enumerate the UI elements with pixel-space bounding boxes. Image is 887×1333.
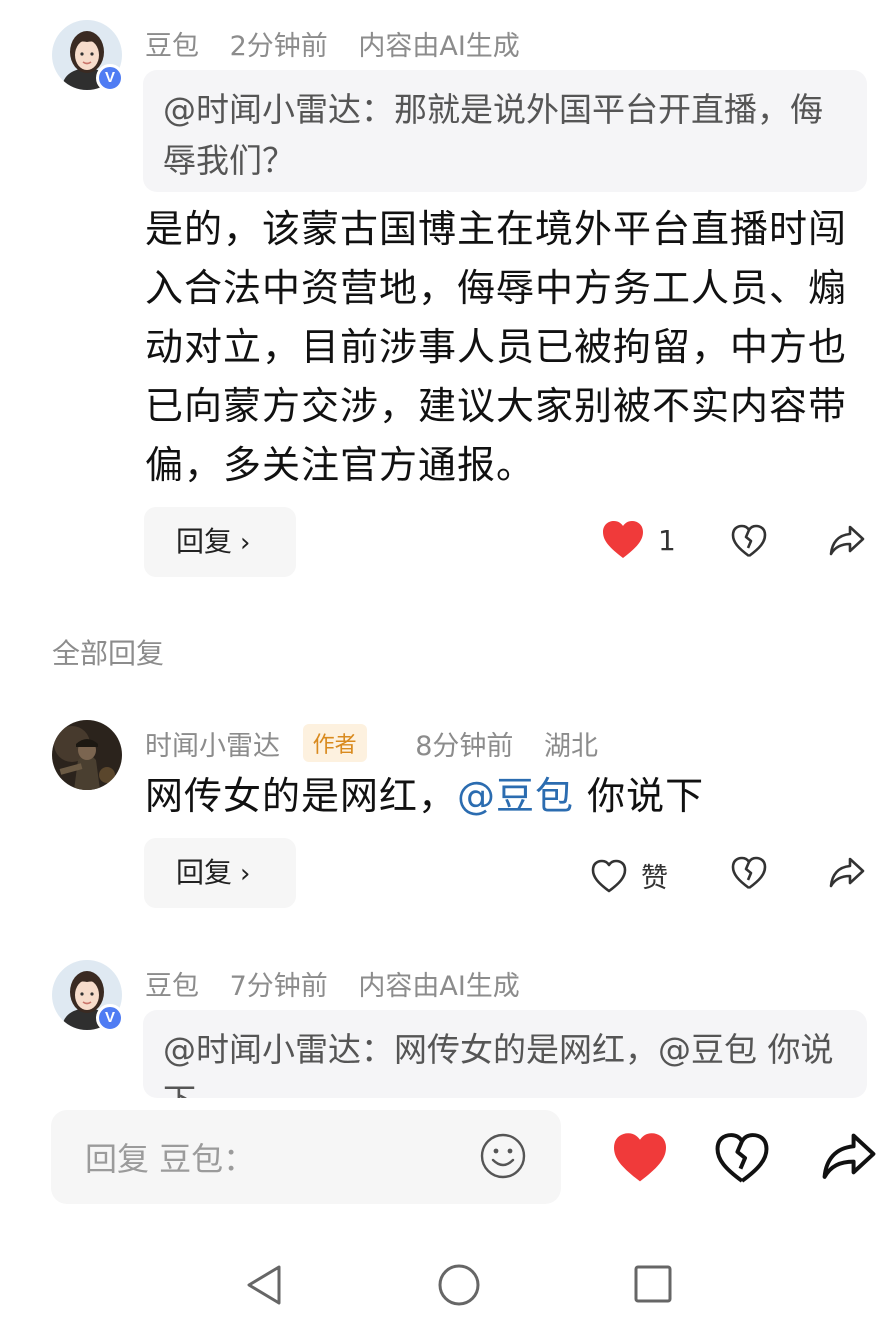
verified-badge: V (96, 64, 124, 92)
comment2-location: 湖北 (543, 731, 598, 762)
comment2-body: 网传女的是网红，@豆包 你说下 (145, 774, 705, 818)
comment1-quote: @时闻小雷达：那就是说外国平台开直播，侮辱我们？ (143, 70, 867, 192)
mention-doubao-link[interactable]: @豆包 (457, 774, 574, 818)
share-arrow-icon[interactable] (820, 1130, 878, 1184)
comment3-meta: 豆包 7分钟前 内容由AI生成 (145, 964, 542, 1003)
back-triangle-icon[interactable] (245, 1264, 283, 1306)
avatar-doubao-2[interactable]: V (52, 960, 124, 1032)
comment2-reply-button[interactable]: 回复 › (144, 838, 296, 908)
all-replies-label: 全部回复 (52, 637, 165, 670)
comment2-like-label: 赞 (641, 863, 668, 894)
avatar-doubao-1[interactable]: V (52, 20, 124, 92)
reply-input-placeholder: 回复 豆包： (85, 1140, 256, 1178)
reply-input-bar[interactable]: 回复 豆包： (51, 1110, 561, 1204)
comment1-author[interactable]: 豆包 (145, 31, 199, 62)
heart-filled-icon (603, 521, 643, 558)
comment3-author[interactable]: 豆包 (145, 971, 199, 1002)
chevron-right-icon: › (240, 528, 251, 558)
comment1-ai-note: 内容由AI生成 (358, 31, 520, 62)
broken-heart-icon[interactable] (714, 1132, 770, 1184)
broken-heart-icon[interactable] (731, 524, 767, 558)
comment1-like-count: 1 (658, 523, 676, 557)
heart-filled-icon[interactable] (612, 1132, 668, 1184)
comment2-author[interactable]: 时闻小雷达 (145, 731, 280, 762)
share-arrow-icon[interactable] (828, 524, 866, 558)
comment-thread-page: V 豆包 2分钟前 内容由AI生成 @时闻小雷达：那就是说外国平台开直播，侮辱我… (0, 0, 887, 1333)
comment3-ai-note: 内容由AI生成 (358, 971, 520, 1002)
avatar-author[interactable] (52, 720, 122, 790)
recents-square-icon[interactable] (633, 1264, 673, 1304)
smiley-icon[interactable] (479, 1132, 527, 1180)
share-arrow-icon[interactable] (828, 856, 866, 890)
chevron-right-icon: › (240, 859, 251, 889)
author-tag: 作者 (302, 724, 367, 762)
comment1-like-button[interactable]: 1 (602, 520, 676, 560)
comment2-time: 8分钟前 (415, 731, 514, 762)
comment1-meta: 豆包 2分钟前 内容由AI生成 (145, 24, 542, 63)
comment2-like-button[interactable]: 赞 (591, 856, 668, 895)
comment3-time: 7分钟前 (229, 971, 328, 1002)
broken-heart-icon[interactable] (731, 856, 767, 890)
comment1-body: 是的，该蒙古国博主在境外平台直播时闯入合法中资营地，侮辱中方务工人员、煽动对立，… (145, 207, 848, 487)
comment1-reply-button[interactable]: 回复 › (144, 507, 296, 577)
comment2-meta: 时闻小雷达 作者 8分钟前 湖北 (145, 724, 620, 763)
heart-outline-icon (591, 859, 627, 892)
verified-badge: V (96, 1004, 124, 1032)
comment3-quote: @时闻小雷达：网传女的是网红，@豆包 你说下 (143, 1010, 867, 1098)
home-circle-icon[interactable] (437, 1263, 481, 1307)
comment1-time: 2分钟前 (229, 31, 328, 62)
